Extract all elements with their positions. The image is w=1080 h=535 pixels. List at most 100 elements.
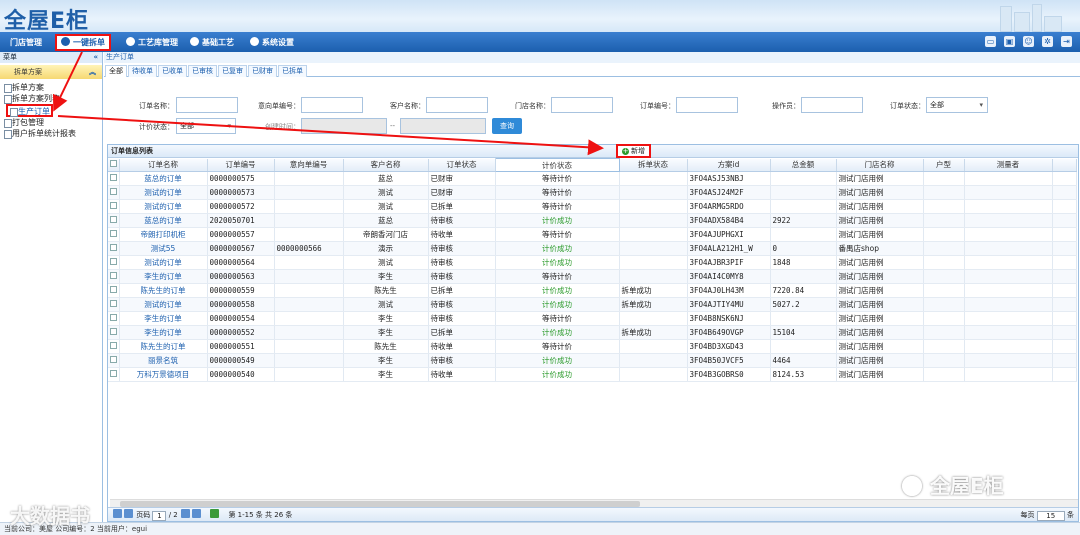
sidebar-item-split-report[interactable]: 用户拆单统计报表 — [0, 128, 102, 139]
customer-input[interactable] — [426, 97, 488, 113]
table-row[interactable]: 万科万景德项目 0000000540 李生 待收单 计价成功 3FO4B3GOBRS0 81… — [108, 367, 1077, 382]
nav-system-settings[interactable]: 系统设置 — [246, 35, 298, 50]
sidebar-item-split-plan-list[interactable]: 拆单方案列表 — [0, 93, 102, 104]
table-row[interactable]: 丽景名筑 0000000549 李生 待审核 计价成功 3FO4B50JVCF5 4464 测… — [108, 353, 1077, 368]
horizontal-scrollbar[interactable] — [110, 499, 1078, 507]
col-order-status[interactable]: 订单状态 — [428, 158, 496, 172]
col-customer[interactable]: 客户名称 — [343, 158, 429, 172]
exit-icon[interactable]: ⇥ — [1061, 36, 1072, 47]
col-order-no[interactable]: 订单编号 — [207, 158, 275, 172]
row-checkbox[interactable] — [108, 339, 120, 354]
col-plan-id[interactable]: 方案id — [687, 158, 771, 172]
col-store[interactable]: 门店名称 — [836, 158, 924, 172]
cell-order-name[interactable]: 蓝总的订单 — [119, 171, 208, 186]
tab-finance-reviewed[interactable]: 已财审 — [248, 65, 277, 77]
save-icon[interactable]: ▣ — [1004, 36, 1015, 47]
cell-order-name[interactable]: 李生的订单 — [119, 325, 208, 340]
row-checkbox[interactable] — [108, 227, 120, 242]
store-input[interactable] — [551, 97, 613, 113]
table-row[interactable]: 帝朗打印机柜 0000000557 帝朗香河门店 待收单 等待计价 3FO4AJUPHGX… — [108, 227, 1077, 242]
row-checkbox[interactable] — [108, 325, 120, 340]
cell-order-name[interactable]: 陈先生的订单 — [119, 339, 208, 354]
sidebar-item-split-plan[interactable]: 拆单方案 — [0, 82, 102, 93]
tab-received[interactable]: 已收单 — [158, 65, 187, 77]
cell-order-name[interactable]: 陈先生的订单 — [119, 283, 208, 298]
prev-page-icon[interactable] — [124, 509, 133, 518]
query-button[interactable]: 查询 — [492, 118, 522, 134]
table-row[interactable]: 测试的订单 0000000572 测试 已拆单 等待计价 3FO4ARMG5RDO 测试门店… — [108, 199, 1077, 214]
user-icon[interactable]: ☺ — [1023, 36, 1034, 47]
row-checkbox[interactable] — [108, 353, 120, 368]
operator-input[interactable] — [801, 97, 863, 113]
table-row[interactable]: 陈先生的订单 0000000551 陈先生 待收单 等待计价 3FO4BD3XGD43 测试… — [108, 339, 1077, 354]
row-checkbox[interactable] — [108, 255, 120, 270]
table-row[interactable]: 陈先生的订单 0000000559 陈先生 已拆单 计价成功 拆单成功 3FO4AJ0LH4… — [108, 283, 1077, 298]
table-row[interactable]: 测试的订单 0000000564 测试 待审核 计价成功 3FO4AJBR3PIF 1848… — [108, 255, 1077, 270]
col-house-type[interactable]: 户型 — [923, 158, 965, 172]
cell-order-name[interactable]: 测试的订单 — [119, 297, 208, 312]
collapse-icon[interactable]: « — [93, 52, 98, 63]
created-start-input[interactable] — [301, 118, 387, 134]
tab-rereviewed[interactable]: 已复审 — [218, 65, 247, 77]
price-status-select[interactable]: 全部 — [176, 118, 236, 134]
nav-basic-process[interactable]: 基础工艺 — [186, 35, 238, 50]
tab-all[interactable]: 全部 — [105, 65, 127, 77]
row-checkbox[interactable] — [108, 269, 120, 284]
monitor-icon[interactable]: ▭ — [985, 36, 996, 47]
sidebar-item-packing[interactable]: 打包管理 — [0, 117, 102, 128]
col-order-name[interactable]: 订单名称 — [119, 158, 208, 172]
nav-one-click-split[interactable]: 一键拆单 — [55, 34, 111, 51]
cell-order-name[interactable]: 测试55 — [119, 241, 208, 256]
cell-order-name[interactable]: 丽景名筑 — [119, 353, 208, 368]
table-row[interactable]: 测试的订单 0000000558 测试 待审核 计价成功 拆单成功 3FO4AJTIY4MU… — [108, 297, 1077, 312]
tab-reviewed[interactable]: 已审核 — [188, 65, 217, 77]
row-checkbox[interactable] — [108, 213, 120, 228]
cell-order-name[interactable]: 李生的订单 — [119, 269, 208, 284]
cell-order-name[interactable]: 测试的订单 — [119, 199, 208, 214]
tab-pending-receive[interactable]: 待收单 — [128, 65, 157, 77]
table-row[interactable]: 测试55 0000000567 0000000566 演示 待审核 计价成功 3FO4ALA… — [108, 241, 1077, 256]
order-name-input[interactable] — [176, 97, 238, 113]
row-checkbox[interactable] — [108, 185, 120, 200]
order-no-input[interactable] — [676, 97, 738, 113]
page-input[interactable]: 1 — [152, 511, 167, 521]
table-row[interactable]: 李生的订单 0000000554 李生 待审核 等待计价 3FO4B8NSK6NJ 测试门店… — [108, 311, 1077, 326]
sidebar-group-split-plan[interactable]: 拆单方案 ︽ — [0, 65, 102, 79]
next-page-icon[interactable] — [180, 509, 190, 518]
row-checkbox[interactable] — [108, 199, 120, 214]
row-checkbox[interactable] — [108, 367, 120, 382]
col-split-status[interactable]: 拆单状态 — [619, 158, 688, 172]
table-row[interactable]: 蓝总的订单 2020050701 蓝总 待审核 计价成功 3FO4ADX584B4 2922… — [108, 213, 1077, 228]
col-intent-no[interactable]: 意向单编号 — [274, 158, 344, 172]
table-row[interactable]: 测试的订单 0000000573 测试 已财审 等待计价 3FO4ASJ24M2F 测试门店… — [108, 185, 1077, 200]
cell-order-name[interactable]: 李生的订单 — [119, 311, 208, 326]
table-row[interactable]: 蓝总的订单 0000000575 蓝总 已财审 等待计价 3FO4ASJ53NBJ 测试门店… — [108, 171, 1077, 186]
col-price-status[interactable]: 计价状态 — [494, 158, 620, 172]
row-checkbox[interactable] — [108, 241, 120, 256]
cell-order-name[interactable]: 蓝总的订单 — [119, 213, 208, 228]
table-row[interactable]: 李生的订单 0000000552 李生 已拆单 计价成功 拆单成功 3FO4B649OVGP… — [108, 325, 1077, 340]
last-page-icon[interactable] — [191, 509, 201, 518]
row-checkbox[interactable] — [108, 297, 120, 312]
cell-order-name[interactable]: 万科万景德项目 — [119, 367, 208, 382]
add-button[interactable]: + 新增 — [616, 144, 651, 158]
row-checkbox[interactable] — [108, 171, 120, 186]
col-total[interactable]: 总金额 — [770, 158, 837, 172]
nav-store-management[interactable]: 门店管理 — [6, 35, 46, 50]
sidebar-item-production-order[interactable]: 生产订单 — [6, 104, 53, 117]
cell-order-name[interactable]: 测试的订单 — [119, 185, 208, 200]
nav-process-library[interactable]: 工艺库管理 — [122, 35, 182, 50]
gear-icon[interactable]: ✲ — [1042, 36, 1053, 47]
first-page-icon[interactable] — [113, 509, 122, 518]
col-measurer[interactable]: 测量者 — [964, 158, 1053, 172]
cell-order-name[interactable]: 测试的订单 — [119, 255, 208, 270]
row-checkbox[interactable] — [108, 311, 120, 326]
table-row[interactable]: 李生的订单 0000000563 李生 待审核 等待计价 3FO4AI4C0MY8 测试门店… — [108, 269, 1077, 284]
per-page-select[interactable]: 15 — [1036, 511, 1065, 521]
order-status-select[interactable]: 全部 — [926, 97, 988, 113]
cell-order-name[interactable]: 帝朗打印机柜 — [119, 227, 208, 242]
select-all-checkbox[interactable] — [108, 158, 120, 172]
intent-no-input[interactable] — [301, 97, 363, 113]
row-checkbox[interactable] — [108, 283, 120, 298]
refresh-icon[interactable] — [210, 509, 220, 518]
